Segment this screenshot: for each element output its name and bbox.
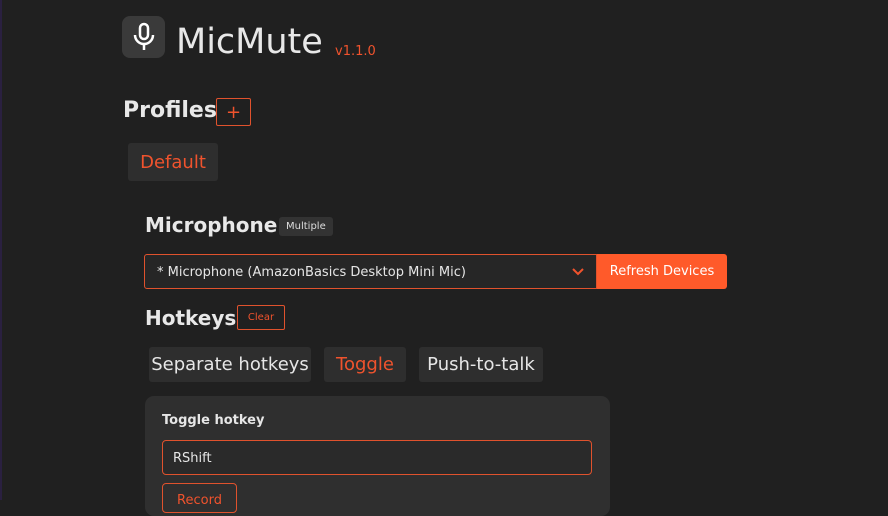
profile-default[interactable]: Default (128, 143, 218, 181)
record-button[interactable]: Record (162, 483, 237, 513)
hotkeys-heading: Hotkeys (145, 306, 237, 330)
app-version: v1.1.0 (335, 44, 376, 59)
add-profile-button[interactable]: + (216, 98, 251, 126)
app-title: MicMute (176, 22, 323, 62)
chevron-down-icon (572, 268, 584, 276)
microphone-selected: * Microphone (AmazonBasics Desktop Mini … (157, 265, 466, 280)
mode-push-to-talk[interactable]: Push-to-talk (419, 347, 543, 382)
mode-separate-hotkeys[interactable]: Separate hotkeys (149, 347, 311, 382)
toggle-hotkey-label: Toggle hotkey (162, 413, 265, 428)
clear-hotkeys-button[interactable]: Clear (237, 305, 285, 330)
toggle-hotkey-input[interactable]: RShift (162, 440, 592, 475)
multiple-badge[interactable]: Multiple (279, 217, 333, 236)
refresh-devices-button[interactable]: Refresh Devices (597, 254, 727, 289)
mode-toggle[interactable]: Toggle (324, 347, 406, 382)
microphone-heading: Microphone (145, 213, 278, 237)
microphone-icon (122, 16, 165, 58)
window-edge (0, 0, 2, 500)
profiles-heading: Profiles (123, 98, 217, 123)
microphone-select[interactable]: * Microphone (AmazonBasics Desktop Mini … (144, 254, 597, 289)
